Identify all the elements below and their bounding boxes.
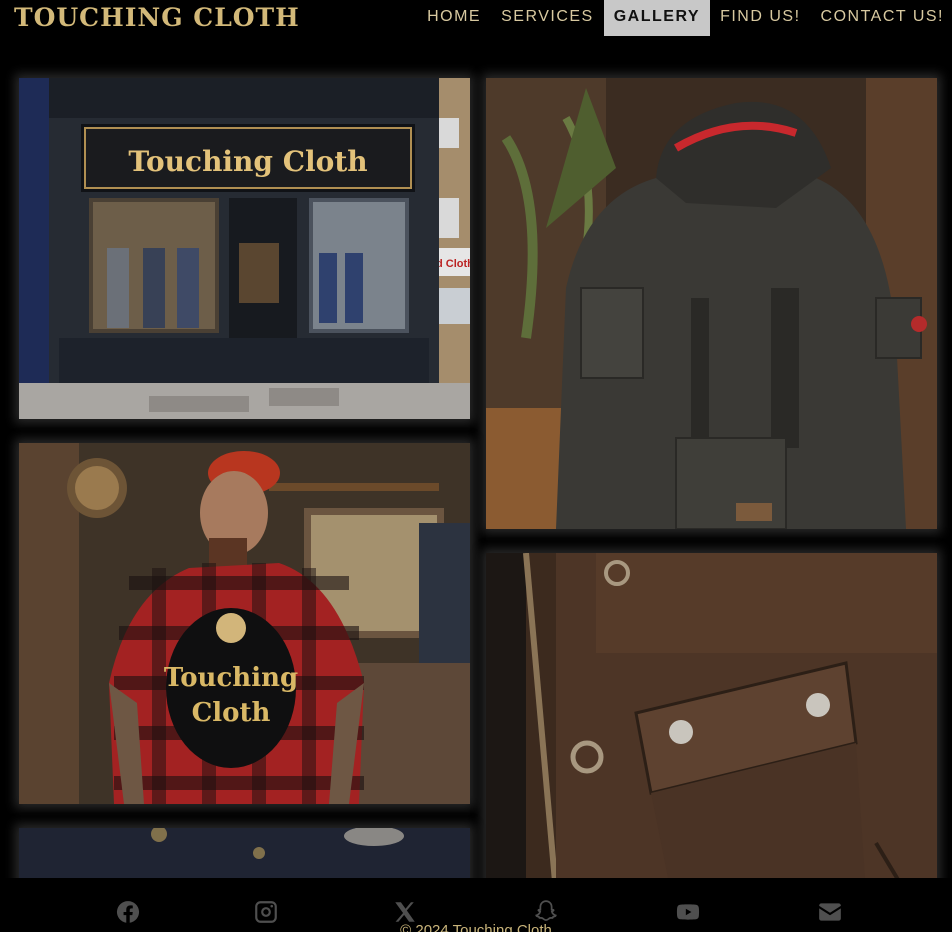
nav-services[interactable]: SERVICES bbox=[491, 0, 604, 36]
gallery-image-storefront[interactable]: d Cloth Touching Cloth bbox=[19, 78, 470, 419]
tshirt-print-line1: Touching bbox=[164, 663, 298, 693]
navbar: TOUCHING CLOTH HOME SERVICES GALLERY FIN… bbox=[0, 0, 952, 36]
gallery-image-tshirt[interactable]: Touching Cloth bbox=[19, 443, 470, 804]
storefront-sign: Touching Cloth bbox=[128, 145, 367, 178]
main-nav: HOME SERVICES GALLERY FIND US! CONTACT U… bbox=[417, 0, 952, 36]
copyright-text: © 2024 Touching Cloth bbox=[400, 922, 552, 932]
nav-contact-us[interactable]: CONTACT US! bbox=[811, 0, 952, 36]
nav-home[interactable]: HOME bbox=[417, 0, 491, 36]
jacket-photo bbox=[486, 78, 937, 529]
gallery-image-leather-jacket[interactable] bbox=[486, 553, 937, 893]
gallery-image-jacket[interactable] bbox=[486, 78, 937, 529]
tshirt-print-line2: Cloth bbox=[192, 698, 271, 728]
nav-gallery[interactable]: GALLERY bbox=[603, 0, 711, 36]
storefront-photo: d Cloth Touching Cloth bbox=[19, 78, 470, 419]
leather-jacket-photo bbox=[486, 553, 937, 893]
nav-find-us[interactable]: FIND US! bbox=[710, 0, 810, 36]
tshirt-photo: Touching Cloth bbox=[19, 443, 470, 804]
brand-logo[interactable]: TOUCHING CLOTH bbox=[14, 3, 300, 32]
side-shop-sign: d Cloth bbox=[436, 258, 470, 270]
